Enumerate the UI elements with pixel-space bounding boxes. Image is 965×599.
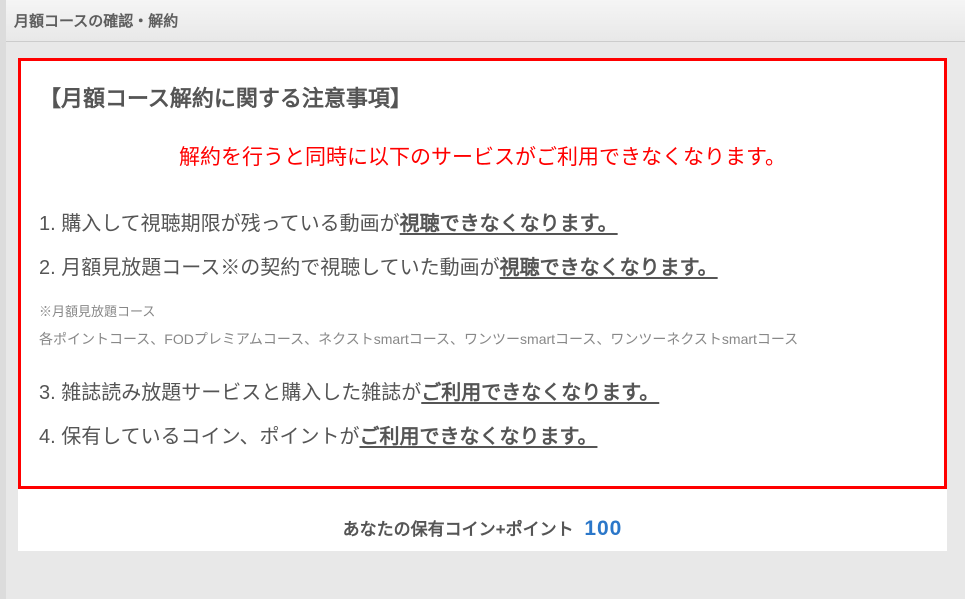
item-num: 2. bbox=[39, 257, 56, 279]
cancellation-notice-box: 【月額コース解約に関する注意事項】 解約を行うと同時に以下のサービスがご利用でき… bbox=[18, 58, 947, 489]
page-header: 月額コースの確認・解約 bbox=[0, 0, 965, 42]
item-text: 雑誌読み放題サービスと購入した雑誌が bbox=[61, 382, 421, 404]
item-num: 1. bbox=[39, 213, 56, 235]
item-emph: 視聴できなくなります。 bbox=[400, 213, 618, 235]
footnote-body: 各ポイントコース、FODプレミアムコース、ネクストsmartコース、ワンツーsm… bbox=[39, 328, 926, 352]
balance-label: あなたの保有コイン+ポイント bbox=[343, 520, 574, 539]
notice-heading: 【月額コース解約に関する注意事項】 bbox=[39, 81, 926, 113]
item-emph: ご利用できなくなります。 bbox=[421, 382, 659, 404]
notice-item-3: 3. 雑誌読み放題サービスと購入した雑誌がご利用できなくなります。 bbox=[39, 374, 926, 412]
footnote-title: ※月額見放題コース bbox=[39, 301, 926, 320]
item-emph: 視聴できなくなります。 bbox=[500, 257, 718, 279]
balance-value: 100 bbox=[584, 517, 622, 540]
notice-item-4: 4. 保有しているコイン、ポイントがご利用できなくなります。 bbox=[39, 418, 926, 456]
item-text: 保有しているコイン、ポイントが bbox=[61, 426, 359, 448]
item-num: 4. bbox=[39, 426, 56, 448]
notice-item-2: 2. 月額見放題コース※の契約で視聴していた動画が視聴できなくなります。 bbox=[39, 249, 926, 287]
item-text: 購入して視聴期限が残っている動画が bbox=[61, 213, 399, 235]
footnote-block: ※月額見放題コース 各ポイントコース、FODプレミアムコース、ネクストsmart… bbox=[39, 301, 926, 352]
page-title: 月額コースの確認・解約 bbox=[14, 10, 951, 31]
item-num: 3. bbox=[39, 382, 56, 404]
item-text: 月額見放題コース※の契約で視聴していた動画が bbox=[61, 257, 499, 279]
content-wrapper: 【月額コース解約に関する注意事項】 解約を行うと同時に以下のサービスがご利用でき… bbox=[18, 58, 947, 551]
notice-warning: 解約を行うと同時に以下のサービスがご利用できなくなります。 bbox=[39, 141, 926, 171]
item-emph: ご利用できなくなります。 bbox=[359, 426, 597, 448]
balance-row: あなたの保有コイン+ポイント 100 bbox=[18, 489, 947, 551]
notice-item-1: 1. 購入して視聴期限が残っている動画が視聴できなくなります。 bbox=[39, 205, 926, 243]
page-left-edge bbox=[0, 0, 6, 599]
